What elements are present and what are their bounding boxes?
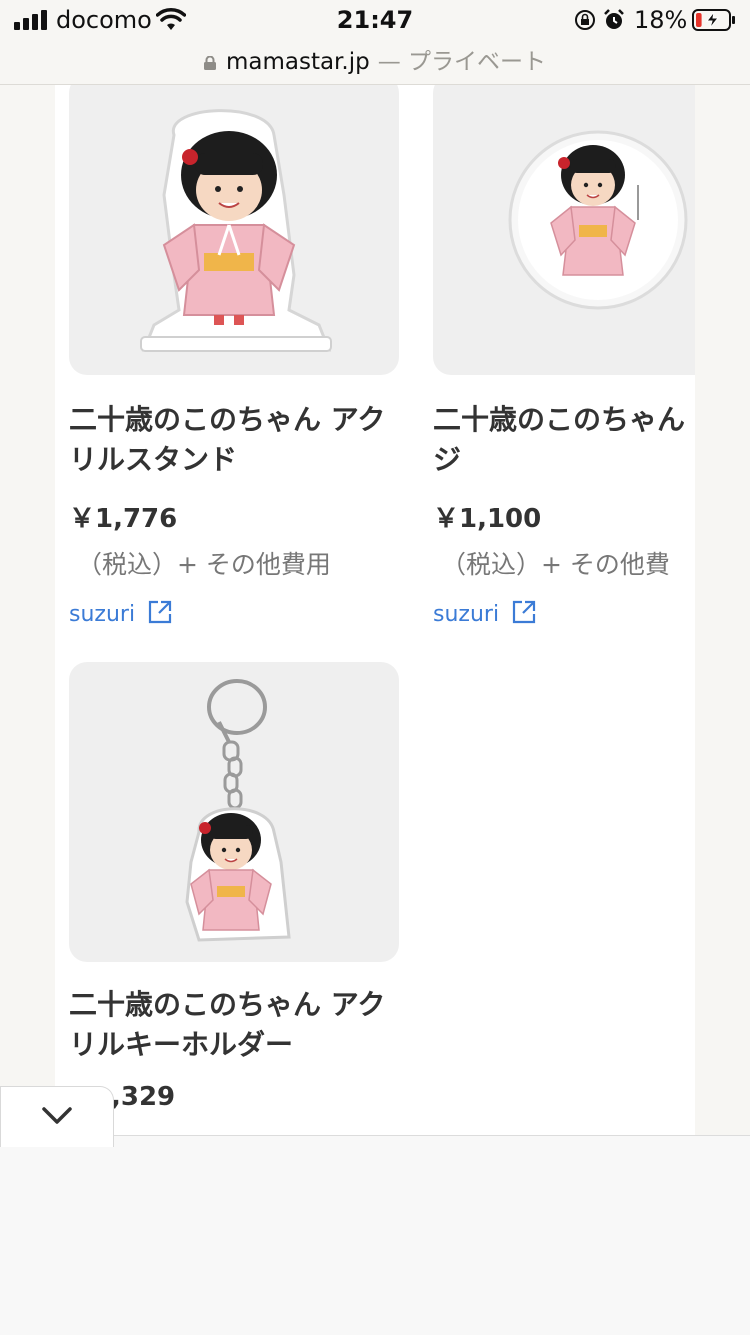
- store-name: suzuri: [69, 602, 136, 627]
- product-title[interactable]: 二十歳のこのちゃん バッジ: [433, 400, 695, 480]
- product-image-badge[interactable]: [433, 85, 695, 375]
- store-link[interactable]: suzuri: [69, 599, 173, 627]
- store-name: suzuri: [433, 602, 500, 627]
- orientation-lock-icon: [575, 10, 595, 30]
- product-title[interactable]: 二十歳のこのちゃん アクリルスタンド: [69, 400, 409, 480]
- product-title[interactable]: 二十歳のこのちゃん アクリルキーホルダー: [69, 985, 409, 1065]
- external-link-icon: [511, 599, 537, 625]
- bottom-toolbar: [0, 1135, 750, 1335]
- product-tax-note: （税込）+ その他費: [441, 550, 670, 579]
- product-image-acrylic-stand[interactable]: [69, 85, 399, 375]
- product-tax-note: （税込）+ その他費用: [77, 550, 331, 579]
- chevron-down-icon: [42, 1107, 72, 1124]
- product-grid: 二十歳のこのちゃん アクリルスタンド ￥1,776 （税込）+ その他費用 su…: [55, 85, 695, 1135]
- lock-icon: [203, 50, 216, 70]
- url-bar[interactable]: mamastar.jp — プライベート: [0, 40, 750, 85]
- collapse-button[interactable]: [0, 1086, 114, 1147]
- battery-charging-icon: [692, 9, 735, 31]
- product-price: ￥1,776: [69, 504, 178, 534]
- battery-percent: 18%: [634, 6, 688, 34]
- external-link-icon: [147, 599, 173, 625]
- store-link[interactable]: suzuri: [433, 599, 537, 627]
- product-price: ￥1,100: [433, 504, 542, 534]
- url-domain: mamastar.jp: [225, 49, 370, 75]
- private-mode-label: — プライベート: [377, 49, 547, 75]
- product-image-keychain[interactable]: [69, 662, 399, 962]
- status-bar: docomo 21:47 18%: [0, 0, 750, 40]
- product-price: ,329: [111, 1082, 176, 1112]
- alarm-icon: [604, 9, 624, 29]
